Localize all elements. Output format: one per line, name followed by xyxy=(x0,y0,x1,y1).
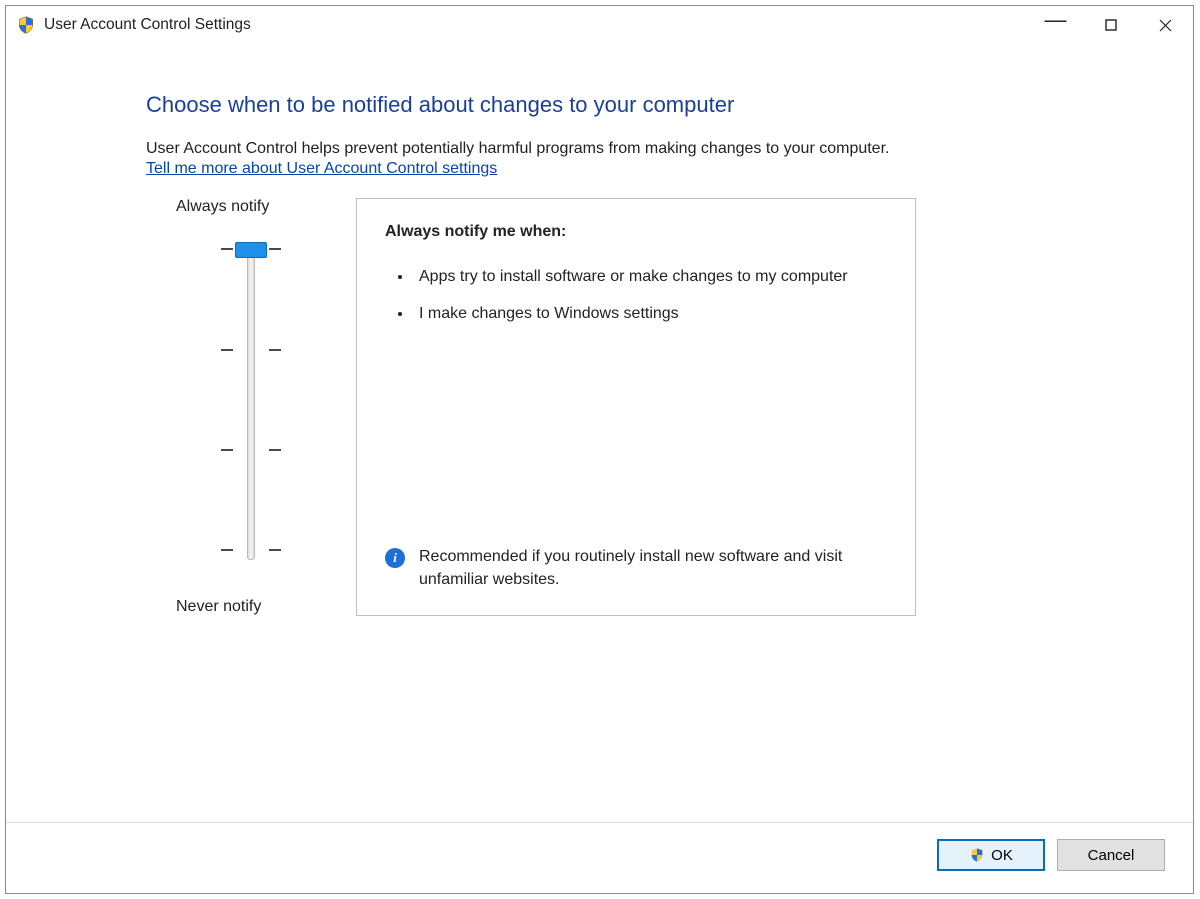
page-description: User Account Control helps prevent poten… xyxy=(146,140,1133,158)
recommendation-row: i Recommended if you routinely install n… xyxy=(385,546,887,595)
cancel-button-label: Cancel xyxy=(1088,847,1135,864)
minimize-button[interactable]: — xyxy=(1028,1,1083,39)
level-description-pane: Always notify me when: Apps try to insta… xyxy=(356,198,916,616)
window-title: User Account Control Settings xyxy=(44,16,251,34)
dialog-footer: OK Cancel xyxy=(6,822,1193,893)
maximize-button[interactable] xyxy=(1083,6,1138,44)
shield-icon xyxy=(969,847,985,863)
slider-label-top: Always notify xyxy=(146,198,269,216)
slider-label-bottom: Never notify xyxy=(146,598,261,616)
shield-icon xyxy=(16,15,36,35)
level-description-title: Always notify me when: xyxy=(385,223,887,241)
help-link[interactable]: Tell me more about User Account Control … xyxy=(146,160,497,177)
body: Choose when to be notified about changes… xyxy=(6,44,1193,822)
uac-settings-window: User Account Control Settings — Choose w… xyxy=(5,5,1194,894)
ok-button[interactable]: OK xyxy=(937,839,1045,871)
list-item: Apps try to install software or make cha… xyxy=(413,265,887,288)
close-button[interactable] xyxy=(1138,6,1193,44)
list-item: I make changes to Windows settings xyxy=(413,302,887,325)
window-controls: — xyxy=(1028,6,1193,44)
info-icon: i xyxy=(385,548,405,568)
ok-button-label: OK xyxy=(991,847,1013,864)
page-heading: Choose when to be notified about changes… xyxy=(146,92,1133,118)
recommendation-text: Recommended if you routinely install new… xyxy=(419,546,887,591)
slider-track[interactable] xyxy=(211,234,291,584)
level-description-list: Apps try to install software or make cha… xyxy=(385,265,887,339)
titlebar: User Account Control Settings — xyxy=(6,6,1193,44)
cancel-button[interactable]: Cancel xyxy=(1057,839,1165,871)
slider-thumb[interactable] xyxy=(235,242,267,258)
control-row: Always notify Never notify Always notify… xyxy=(146,198,1133,616)
notification-slider: Always notify Never notify xyxy=(146,198,356,616)
